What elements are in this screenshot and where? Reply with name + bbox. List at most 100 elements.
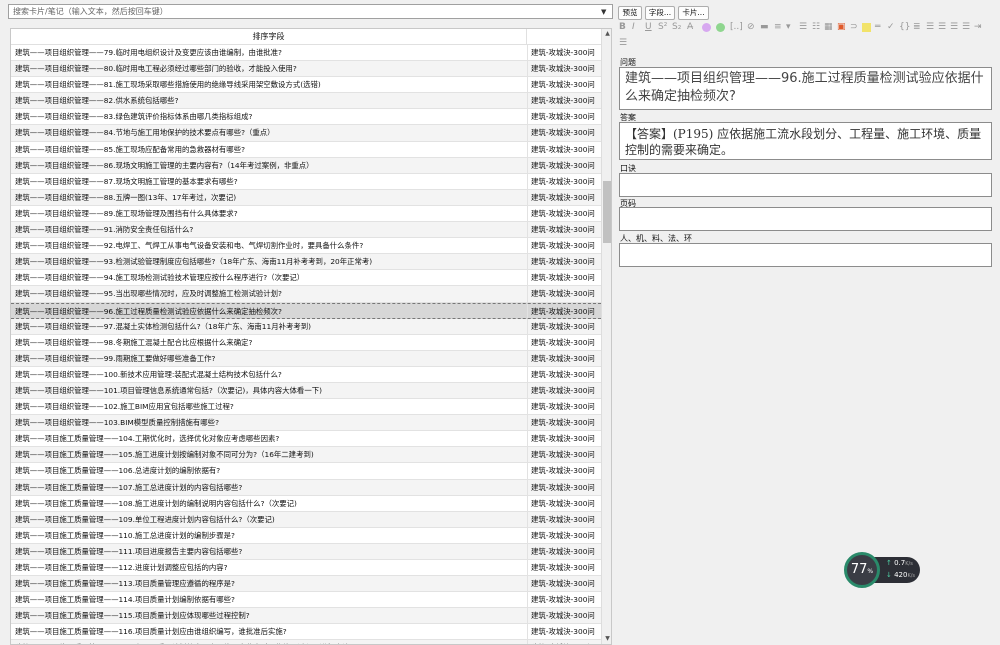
code-icon[interactable]: {}: [899, 22, 910, 32]
text-color-icon[interactable]: [702, 23, 711, 32]
table-row[interactable]: 建筑——项目组织管理——86.现场文明施工管理的主要内容有?（14年考过案例，非…: [11, 157, 601, 174]
scrollbar-thumb[interactable]: [603, 181, 611, 243]
sort-field-cell: 建筑——项目组织管理——100.新技术应用管理:装配式混凝土结构技术包括什么?: [15, 369, 282, 379]
align-center-icon[interactable]: ☰: [938, 22, 946, 32]
record-icon[interactable]: ▬: [760, 22, 769, 32]
card-browser-panel: 搜索卡片/笔记（输入文本，然后按回车键） ▼ 排序字段 建筑——项目组织管理——…: [8, 4, 614, 645]
underline-icon[interactable]: U: [645, 22, 652, 32]
table-row[interactable]: 建筑——项目组织管理——94.施工现场检测试验技术管理应按什么程序进行?（次要记…: [11, 270, 601, 287]
vertical-scrollbar[interactable]: ▲ ▼: [601, 29, 611, 644]
table-row[interactable]: 建筑——项目组织管理——93.检测试验管理制度应包括哪些?（18年广东、海南11…: [11, 254, 601, 271]
table-row[interactable]: 建筑——项目组织管理——84.节地与施工用地保护的技术要点有哪些?（重点） 建筑-…: [11, 125, 601, 142]
table-row[interactable]: 建筑——项目组织管理——88.五牌一图(13年、17年考过，次要记) 建筑-攻城決…: [11, 189, 601, 206]
table-row[interactable]: 建筑——项目施工质量管理——114.项目质量计划编制依据有哪些? 建筑-攻城決-3…: [11, 592, 601, 609]
answer-field[interactable]: 【答案】(P195) 应依据施工流水段划分、工程量、施工环境、质量控制的需要来确…: [619, 122, 992, 160]
numbered-list-icon[interactable]: ☷: [812, 22, 820, 32]
more-icon[interactable]: ≡: [774, 22, 782, 32]
chevron-down-icon[interactable]: ▼: [601, 8, 609, 16]
table-row[interactable]: 建筑——项目施工质量管理——113.项目质量管理应遵循的程序是? 建筑-攻城決-3…: [11, 576, 601, 593]
table-row[interactable]: 建筑——项目组织管理——98.冬期施工混凝土配合比应根据什么来确定? 建筑-攻城決…: [11, 334, 601, 351]
table-row[interactable]: 建筑——项目组织管理——103.BIM模型质量控制措施有哪些? 建筑-攻城決-30…: [11, 415, 601, 432]
table-row[interactable]: 建筑——项目施工质量管理——106.总进度计划的编制依据有? 建筑-攻城決-300…: [11, 463, 601, 480]
table-row[interactable]: 建筑——项目组织管理——80.临时用电工程必须经过哪些部门的验收，才能投入使用?…: [11, 61, 601, 78]
page-number-field[interactable]: [619, 207, 992, 231]
deck-cell: 建筑-攻城決-300问: [527, 463, 601, 479]
table-row[interactable]: 建筑——项目组织管理——85.施工现场应配备常用的急救器材有哪些? 建筑-攻城決-…: [11, 141, 601, 158]
table-row[interactable]: 建筑——项目组织管理——97.混凝土实体检测包括什么?（18年广东、海南11月补…: [11, 318, 601, 335]
table-row[interactable]: 建筑——项目组织管理——92.电焊工、气焊工从事电气设备安装和电、气焊切割作业时…: [11, 238, 601, 255]
link-icon[interactable]: ⊃: [850, 22, 858, 32]
fields-button[interactable]: 字段...: [645, 6, 675, 20]
menu-icon[interactable]: ☰: [619, 38, 627, 48]
deck-cell: 建筑-攻城決-300问: [527, 141, 601, 157]
table-row[interactable]: 建筑——项目施工质量管理——110.施工总进度计划的编制步骤是? 建筑-攻城決-3…: [11, 527, 601, 544]
table-row[interactable]: 建筑——项目组织管理——101.项目管理信息系统通常包括?（次要记)，具体内容大…: [11, 382, 601, 400]
mnemonic-field[interactable]: [619, 173, 992, 197]
align-left-icon[interactable]: ☰: [926, 22, 934, 32]
column-header-sort-field[interactable]: 排序字段: [11, 29, 527, 45]
cloze-icon[interactable]: [..]: [730, 22, 743, 32]
column-header-deck[interactable]: [527, 29, 601, 45]
align-icon[interactable]: ≣: [913, 22, 921, 32]
table-row[interactable]: 建筑——项目组织管理——79.临时用电组织设计及变更应该由谁编制，由谁批准? 建筑…: [11, 45, 601, 62]
table-row[interactable]: 建筑——项目施工质量管理——107.施工总进度计划的内容包括哪些? 建筑-攻城決-…: [11, 479, 601, 496]
highlight-color-icon[interactable]: [716, 23, 725, 32]
deck-cell: 建筑-攻城決-300问: [527, 560, 601, 576]
deck-cell: 建筑-攻城決-300问: [527, 447, 601, 463]
scroll-down-arrow-icon[interactable]: ▼: [602, 634, 611, 644]
table-row[interactable]: 建筑——项目组织管理——99.雨期施工要做好哪些准备工作? 建筑-攻城決-300问: [11, 350, 601, 367]
image-icon[interactable]: ▣: [837, 22, 846, 32]
deck-cell: 建筑-攻城決-300问: [527, 189, 601, 205]
cards-button[interactable]: 卡片...: [678, 6, 709, 20]
sort-field-cell: 建筑——项目组织管理——97.混凝土实体检测包括什么?（18年广东、海南11月补…: [15, 321, 312, 331]
table-row[interactable]: 建筑——项目组织管理——83.绿色建筑评价指标体系由哪几类指标组成? 建筑-攻城決…: [11, 109, 601, 126]
subscript-icon[interactable]: S₂: [672, 22, 681, 32]
dropdown-icon[interactable]: ▾: [786, 22, 791, 32]
table-row[interactable]: 建筑——项目组织管理——102.施工BIM应用宜包括哪些施工过程? 建筑-攻城決-…: [11, 399, 601, 416]
table-row[interactable]: 建筑——项目施工质量管理——117.在项目质量计划的应用中，施工企业应对哪些施工…: [11, 640, 601, 644]
deck-cell: 建筑-攻城決-300问: [527, 45, 601, 61]
search-input[interactable]: 搜索卡片/笔记（输入文本，然后按回车键） ▼: [8, 4, 613, 19]
superscript-icon[interactable]: S²: [658, 22, 667, 32]
table-row[interactable]: 建筑——项目组织管理——82.供水系统包括哪些? 建筑-攻城決-300问: [11, 93, 601, 110]
preview-button[interactable]: 预览: [618, 6, 642, 20]
sort-field-cell: 建筑——项目组织管理——102.施工BIM应用宜包括哪些施工过程?: [15, 402, 234, 412]
factors-field[interactable]: [619, 243, 992, 267]
table-row[interactable]: 建筑——项目施工质量管理——111.项目进度报告主要内容包括哪些? 建筑-攻城決-…: [11, 543, 601, 560]
question-field[interactable]: 建筑——项目组织管理——96.施工过程质量检测试验应依据什么来确定抽检频次?: [619, 67, 992, 110]
table-row[interactable]: 建筑——项目施工质量管理——115.项目质量计划应体现哪些过程控制? 建筑-攻城決…: [11, 608, 601, 625]
table-row[interactable]: 建筑——项目施工质量管理——105.施工进度计划按编制对象不同可分为?（16年二…: [11, 447, 601, 464]
deck-cell: 建筑-攻城決-300问: [527, 270, 601, 286]
justify-icon[interactable]: ☰: [962, 22, 970, 32]
bold-icon[interactable]: B: [619, 22, 626, 32]
table-row[interactable]: 建筑——项目施工质量管理——116.项目质量计划应由谁组织编写，谁批准后实施? 建…: [11, 624, 601, 641]
sort-field-cell: 建筑——项目组织管理——98.冬期施工混凝土配合比应根据什么来确定?: [15, 337, 253, 347]
table-row[interactable]: 建筑——项目组织管理——89.施工现场管理及围挡有什么具体要求? 建筑-攻城決-3…: [11, 205, 601, 223]
table-row[interactable]: 建筑——项目组织管理——91.消防安全责任包括什么? 建筑-攻城決-300问: [11, 222, 601, 239]
italic-icon[interactable]: I: [632, 22, 635, 32]
table-row[interactable]: 建筑——项目组织管理——100.新技术应用管理:装配式混凝土结构技术包括什么? 建…: [11, 366, 601, 383]
align-right-icon[interactable]: ☰: [950, 22, 958, 32]
sort-field-cell: 建筑——项目施工质量管理——113.项目质量管理应遵循的程序是?: [15, 579, 235, 589]
toggle-icon[interactable]: ✓: [887, 22, 895, 32]
clear-format-icon[interactable]: A̶: [687, 22, 693, 32]
table-row[interactable]: 建筑——项目施工质量管理——112.进度计划调整应包括的内容? 建筑-攻城決-30…: [11, 560, 601, 577]
line-icon[interactable]: ═: [875, 22, 880, 32]
table-row[interactable]: 建筑——项目组织管理——87.现场文明施工管理的基本要求有哪些? 建筑-攻城決-3…: [11, 173, 601, 190]
sort-field-cell: 建筑——项目施工质量管理——114.项目质量计划编制依据有哪些?: [15, 595, 235, 605]
attach-icon[interactable]: ⊘: [747, 22, 755, 32]
table-row[interactable]: 建筑——项目组织管理——96.施工过程质量检测试验应依据什么来确定抽检频次? 建筑…: [11, 302, 601, 319]
deck-cell: 建筑-攻城決-300问: [527, 399, 601, 415]
formatting-toolbar: B I U S² S₂ A̶ [..] ⊘ ▬ ≡ ▾ ☰ ☷ ▦ ▣ ⊃ ═ …: [618, 22, 996, 52]
table-row[interactable]: 建筑——项目施工质量管理——108.施工进度计划的编制说明内容包括什么?（次要记…: [11, 495, 601, 512]
note-icon[interactable]: [862, 23, 871, 32]
indent-icon[interactable]: ⇥: [974, 22, 982, 32]
table-row[interactable]: 建筑——项目组织管理——81.施工现场采取哪些措施使用的绝缘导线采用架空敷设方式…: [11, 77, 601, 94]
table-row[interactable]: 建筑——项目组织管理——95.当出现哪些情况时，应及时调整施工检测试验计划? 建筑…: [11, 286, 601, 303]
scroll-up-arrow-icon[interactable]: ▲: [602, 29, 611, 39]
table-row[interactable]: 建筑——项目施工质量管理——109.单位工程进度计划内容包括什么?（次要记) 建筑…: [11, 511, 601, 528]
table-icon[interactable]: ▦: [824, 22, 833, 32]
bullet-list-icon[interactable]: ☰: [799, 22, 807, 32]
table-row[interactable]: 建筑——项目施工质量管理——104.工期优化时，选择优化对象应考虑哪些因素? 建筑…: [11, 431, 601, 448]
sort-field-cell: 建筑——项目组织管理——85.施工现场应配备常用的急救器材有哪些?: [15, 144, 246, 154]
